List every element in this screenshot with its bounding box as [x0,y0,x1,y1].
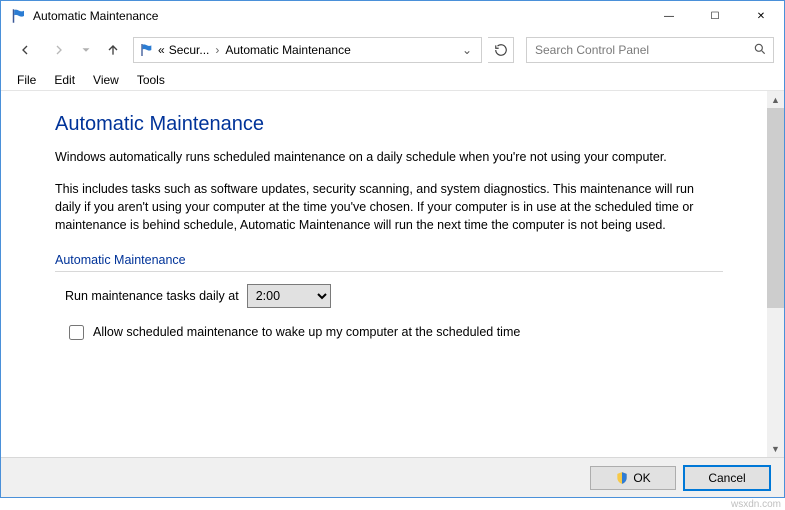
wake-label: Allow scheduled maintenance to wake up m… [93,325,520,339]
page-title: Automatic Maintenance [55,113,723,136]
history-dropdown[interactable] [79,36,93,64]
chevron-right-icon: › [213,43,221,57]
refresh-button[interactable] [488,37,514,63]
minimize-button[interactable]: — [646,1,692,31]
menu-tools[interactable]: Tools [129,71,173,89]
intro-paragraph-2: This includes tasks such as software upd… [55,180,723,234]
run-label: Run maintenance tasks daily at [65,289,239,303]
back-button[interactable] [11,36,39,64]
watermark: wsxdn.com [731,499,781,510]
menubar: File Edit View Tools [1,69,784,91]
window: Automatic Maintenance — ☐ ✕ « Secur... › [0,0,785,498]
menu-view[interactable]: View [85,71,127,89]
ok-button[interactable]: OK [590,466,676,490]
cancel-label: Cancel [708,471,745,485]
titlebar: Automatic Maintenance — ☐ ✕ [1,1,784,31]
ok-label: OK [633,471,650,485]
scroll-thumb[interactable] [767,108,784,308]
search-input[interactable] [533,42,753,58]
footer: OK Cancel [1,457,784,497]
breadcrumb-dropdown-icon[interactable]: ⌄ [457,43,477,57]
content-area: Automatic Maintenance Windows automatica… [1,91,784,457]
vertical-scrollbar[interactable]: ▲ ▼ [767,91,784,457]
breadcrumb-ellipsis[interactable]: « [158,43,165,57]
close-button[interactable]: ✕ [738,1,784,31]
menu-edit[interactable]: Edit [46,71,83,89]
search-icon[interactable] [753,42,767,59]
scroll-down-icon[interactable]: ▼ [767,440,784,457]
schedule-row: Run maintenance tasks daily at 2:00 [65,284,723,308]
section-heading: Automatic Maintenance [55,253,723,272]
breadcrumb-current[interactable]: Automatic Maintenance [223,43,352,57]
wake-checkbox-row[interactable]: Allow scheduled maintenance to wake up m… [65,322,723,343]
maximize-button[interactable]: ☐ [692,1,738,31]
forward-button[interactable] [45,36,73,64]
cancel-button[interactable]: Cancel [684,466,770,490]
navbar: « Secur... › Automatic Maintenance ⌄ [1,31,784,69]
breadcrumb-flag-icon [138,42,154,58]
wake-checkbox[interactable] [69,325,84,340]
uac-shield-icon [615,471,629,485]
menu-file[interactable]: File [9,71,44,89]
time-select[interactable]: 2:00 [247,284,331,308]
intro-paragraph-1: Windows automatically runs scheduled mai… [55,148,723,166]
search-box[interactable] [526,37,774,63]
breadcrumb-security[interactable]: Secur... [167,43,212,57]
breadcrumb[interactable]: « Secur... › Automatic Maintenance ⌄ [133,37,482,63]
content-scroll: Automatic Maintenance Windows automatica… [1,91,767,457]
window-title: Automatic Maintenance [33,9,158,23]
control-panel-flag-icon [9,7,27,25]
up-button[interactable] [99,36,127,64]
scroll-up-icon[interactable]: ▲ [767,91,784,108]
